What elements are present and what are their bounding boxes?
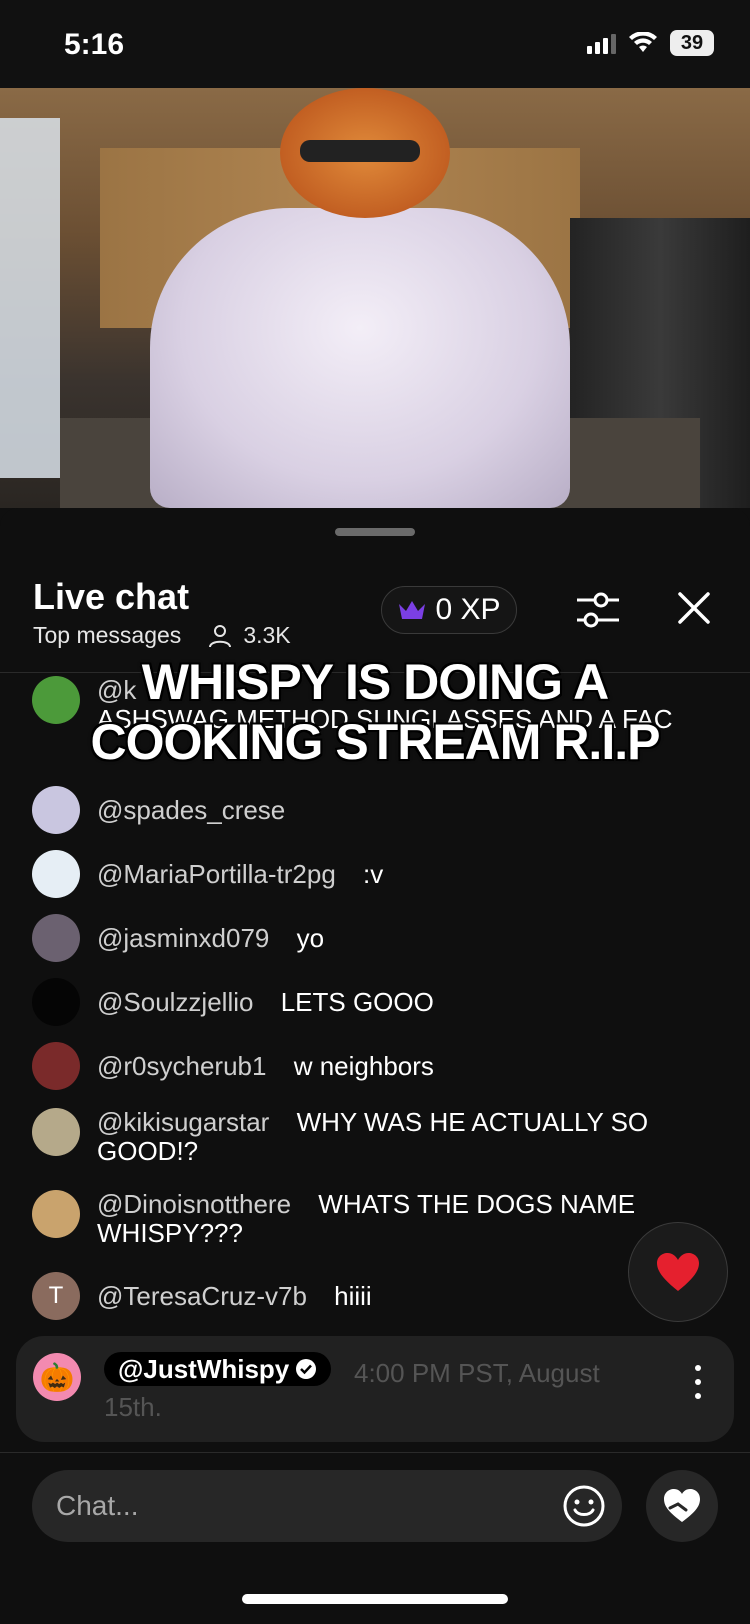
close-icon[interactable]	[676, 590, 712, 626]
message-text: :v	[363, 859, 384, 889]
cellular-signal-icon	[587, 32, 616, 54]
composer-divider	[0, 1452, 750, 1453]
list-item[interactable]: @MariaPortilla-tr2pg :v	[32, 850, 732, 898]
status-time: 5:16	[64, 28, 125, 61]
chat-message: @spades_crese	[97, 796, 707, 825]
more-options-icon[interactable]	[686, 1360, 710, 1404]
avatar[interactable]	[32, 1108, 80, 1156]
chat-message: @Dinoisnotthere WHATS THE DOGS NAME WHIS…	[97, 1190, 707, 1248]
livestream-video[interactable]	[0, 88, 750, 508]
battery-indicator: 39	[670, 30, 714, 56]
verified-check-icon	[296, 1359, 317, 1379]
avatar[interactable]	[32, 786, 80, 834]
pinned-author-badge[interactable]: @JustWhispy	[104, 1352, 332, 1386]
chat-message: @TeresaCruz-v7b hiiii	[97, 1282, 707, 1311]
message-author[interactable]: @jasminxd079	[97, 923, 269, 953]
filter-sliders-icon[interactable]	[575, 588, 621, 632]
heart-reaction-button[interactable]	[628, 1222, 728, 1322]
drag-handle[interactable]	[335, 528, 415, 536]
message-text: w neighbors	[293, 1051, 434, 1081]
video-person	[150, 208, 570, 508]
message-text: yo	[296, 923, 325, 953]
person-icon	[209, 624, 232, 647]
list-item[interactable]: @kikisugarstar WHY WAS HE ACTUALLY SO GO…	[32, 1108, 732, 1166]
message-text: hiiii	[334, 1281, 372, 1311]
message-author[interactable]: @spades_crese	[97, 795, 285, 825]
chat-subheader: Top messages 3.3K	[33, 622, 291, 649]
crown-icon	[399, 601, 426, 619]
message-author[interactable]: @kikisugarstar	[97, 1107, 269, 1137]
xp-label: 0 XP	[435, 593, 501, 626]
avatar[interactable]	[32, 850, 80, 898]
status-icons: 39	[587, 30, 714, 56]
chat-message: @MariaPortilla-tr2pg :v	[97, 860, 707, 889]
video-sunglasses	[300, 140, 420, 162]
avatar[interactable]	[32, 978, 80, 1026]
chat-input-container[interactable]	[32, 1470, 622, 1542]
avatar[interactable]	[32, 1042, 80, 1090]
list-item[interactable]: @r0sycherub1 w neighbors	[32, 1042, 732, 1090]
chat-message: @Soulzzjellio LETS GOOO	[97, 988, 707, 1017]
overlay-caption: WHISPY IS DOING A COOKING STREAM R.I.P	[90, 654, 661, 770]
chat-message-list[interactable]: @k ASHSWAG METHOD SUNGLASSES AND A FAC @…	[0, 676, 750, 1326]
chat-input[interactable]	[56, 1486, 526, 1526]
heart-icon	[657, 1253, 699, 1291]
jack-o-lantern-avatar[interactable]: 🎃	[33, 1353, 81, 1401]
list-item[interactable]: @spades_crese	[32, 786, 732, 834]
donate-button[interactable]	[646, 1470, 718, 1542]
pinned-author: @JustWhispy	[118, 1354, 290, 1384]
home-indicator	[242, 1594, 508, 1604]
status-bar: 5:16 39	[0, 0, 750, 88]
avatar[interactable]	[32, 914, 80, 962]
chat-title: Live chat	[33, 576, 190, 617]
avatar[interactable]: T	[32, 1272, 80, 1320]
message-author[interactable]: @Soulzzjellio	[97, 987, 253, 1017]
message-author[interactable]: @TeresaCruz-v7b	[97, 1281, 307, 1311]
message-text: LETS GOOO	[280, 987, 434, 1017]
list-item[interactable]: @jasminxd079 yo	[32, 914, 732, 962]
chat-message: @jasminxd079 yo	[97, 924, 707, 953]
list-item[interactable]: @Dinoisnotthere WHATS THE DOGS NAME WHIS…	[32, 1190, 732, 1248]
avatar[interactable]	[32, 1190, 80, 1238]
list-item[interactable]: @Soulzzjellio LETS GOOO	[32, 978, 732, 1026]
message-author[interactable]: @r0sycherub1	[97, 1051, 266, 1081]
message-author[interactable]: @MariaPortilla-tr2pg	[97, 859, 336, 889]
wifi-icon	[629, 32, 657, 52]
avatar[interactable]	[32, 676, 80, 724]
pinned-message[interactable]: 🎃 4:00 PM PST, August 15th. @JustWhispy	[16, 1336, 734, 1442]
viewer-count: 3.3K	[243, 622, 291, 648]
chat-message: @r0sycherub1 w neighbors	[97, 1052, 707, 1081]
heart-hand-icon	[664, 1489, 700, 1522]
chat-message: @kikisugarstar WHY WAS HE ACTUALLY SO GO…	[97, 1108, 707, 1166]
video-window-light	[0, 118, 60, 478]
list-item[interactable]: T @TeresaCruz-v7b hiiii	[32, 1272, 732, 1320]
chat-mode-selector[interactable]: Top messages	[33, 622, 181, 649]
emoji-icon[interactable]	[562, 1484, 606, 1528]
message-author[interactable]: @Dinoisnotthere	[97, 1189, 291, 1219]
xp-button[interactable]: 0 XP	[381, 586, 517, 634]
